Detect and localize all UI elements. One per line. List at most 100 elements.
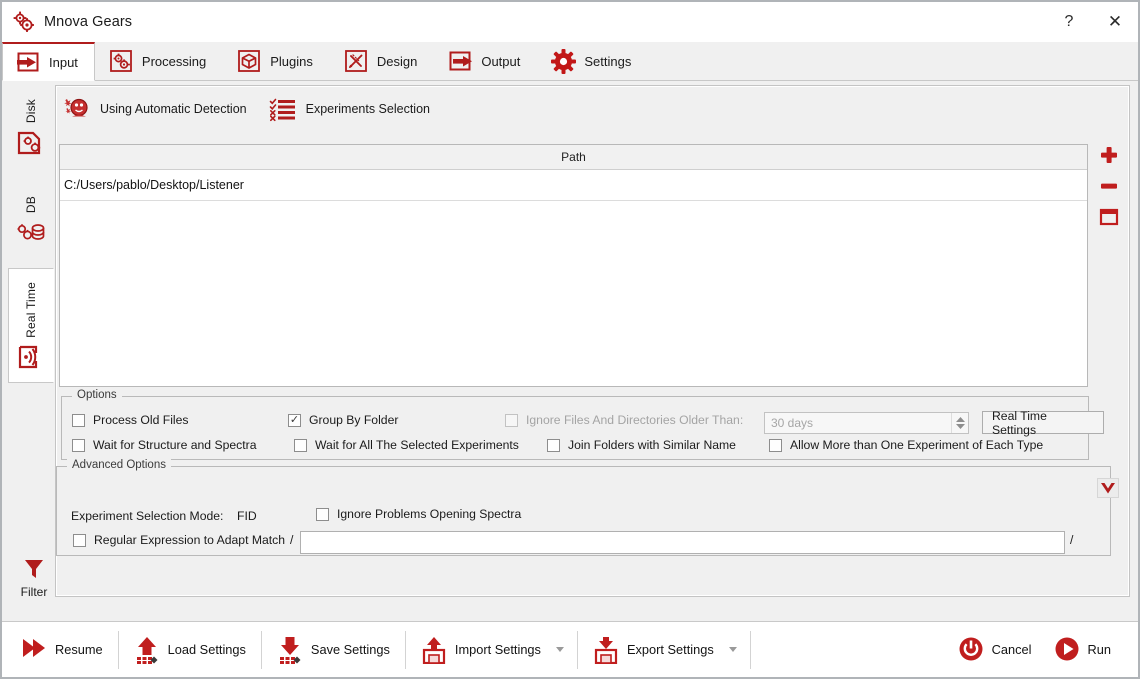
sidebar-item-db[interactable]: DB: [8, 182, 54, 258]
age-threshold-spinner[interactable]: 30 days: [764, 412, 969, 434]
mode-button-label: Experiments Selection: [305, 102, 430, 116]
export-settings-button[interactable]: Export Settings: [582, 628, 725, 672]
filter-label: Filter: [20, 585, 48, 599]
source-tab-rail: Disk DB Real Time: [8, 86, 56, 596]
checkbox-ignore-files-older-than[interactable]: Ignore Files And Directories Older Than:: [505, 413, 743, 427]
path-table-header: Path: [60, 145, 1087, 170]
sidebar-item-disk[interactable]: Disk: [8, 88, 54, 168]
remove-path-button[interactable]: [1096, 175, 1122, 197]
checkbox-label: Ignore Files And Directories Older Than:: [526, 413, 744, 427]
checkbox-wait-structure-spectra[interactable]: Wait for Structure and Spectra: [72, 438, 256, 452]
minus-icon: [1101, 183, 1117, 189]
button-label: Resume: [55, 642, 103, 657]
mode-button-label: Using Automatic Detection: [100, 102, 247, 116]
window-controls: ? ✕: [1046, 2, 1138, 42]
tab-label: Processing: [141, 53, 207, 69]
toolbar-separator: [749, 630, 751, 669]
advanced-options-title: Advanced Options: [67, 459, 171, 471]
tab-output[interactable]: Output: [434, 41, 537, 80]
power-icon: [958, 636, 984, 664]
real-time-settings-label: Real Time Settings: [992, 408, 1047, 437]
arrow-into-box-icon: [15, 49, 41, 75]
using-automatic-detection-button[interactable]: Using Automatic Detection: [63, 96, 247, 122]
checkbox-box[interactable]: [294, 438, 307, 452]
detection-mode-bar: Using Automatic Detection Experiments Se…: [59, 90, 1099, 128]
double-play-icon: [21, 636, 47, 664]
button-label: Import Settings: [454, 642, 541, 657]
cancel-button[interactable]: Cancel: [947, 628, 1043, 672]
resume-button[interactable]: Resume: [10, 628, 114, 672]
input-tab-body: Disk DB Real Time Filter Using Automatic…: [2, 81, 1138, 621]
gears-icon: [13, 11, 35, 33]
arrow-out-box-icon: [447, 48, 473, 74]
help-button[interactable]: ?: [1046, 2, 1092, 42]
tab-processing[interactable]: Processing: [95, 41, 223, 80]
chevron-down-icon: [1101, 482, 1115, 493]
app-window: Mnova Gears ? ✕ Input Processing Plugins…: [0, 0, 1140, 679]
path-cell: C:/Users/pablo/Desktop/Listener: [64, 178, 244, 192]
checkbox-regular-expression[interactable]: Regular Expression to Adapt Match /: [73, 533, 293, 547]
real-time-panel: Using Automatic Detection Experiments Se…: [55, 85, 1130, 597]
checkbox-label: Join Folders with Similar Name: [568, 438, 736, 452]
options-group-title: Options: [72, 389, 122, 401]
run-button[interactable]: Run: [1043, 628, 1122, 672]
tab-label: Output: [481, 53, 521, 69]
experiments-selection-button[interactable]: Experiments Selection: [269, 96, 430, 122]
checkbox-box[interactable]: [72, 438, 85, 452]
real-time-settings-button[interactable]: Real Time Settings: [982, 408, 1104, 437]
options-group: Options Process Old Files ✓ Group By Fol…: [61, 389, 1104, 460]
close-icon[interactable]: ✕: [1092, 2, 1138, 42]
filter-button[interactable]: Filter: [12, 556, 56, 599]
checkbox-allow-more-than-one-experiment[interactable]: Allow More than One Experiment of Each T…: [769, 438, 1043, 452]
checkbox-group-by-folder[interactable]: ✓ Group By Folder: [288, 413, 398, 427]
spinner-arrows[interactable]: [951, 413, 968, 433]
sidebar-item-label: DB: [24, 195, 38, 213]
import-settings-dropdown-icon[interactable]: [555, 647, 564, 652]
checklist-icon: [269, 96, 297, 122]
checkbox-box[interactable]: [547, 438, 560, 452]
checkbox-process-old-files[interactable]: Process Old Files: [72, 413, 189, 427]
checkbox-join-folders-similar-name[interactable]: Join Folders with Similar Name: [547, 438, 736, 452]
window-icon: [1099, 208, 1119, 226]
toolbar-separator: [117, 630, 119, 669]
path-table[interactable]: Path C:/Users/pablo/Desktop/Listener: [59, 144, 1088, 387]
checkbox-ignore-problems-opening-spectra[interactable]: Ignore Problems Opening Spectra: [316, 507, 521, 521]
checkbox-box[interactable]: [73, 533, 86, 547]
sidebar-item-real-time[interactable]: Real Time: [8, 268, 54, 383]
checkbox-label: Group By Folder: [309, 413, 399, 427]
checkbox-wait-all-experiments[interactable]: Wait for All The Selected Experiments: [294, 438, 519, 452]
add-path-button[interactable]: [1096, 144, 1122, 166]
checkbox-box[interactable]: ✓: [288, 413, 301, 427]
table-row[interactable]: C:/Users/pablo/Desktop/Listener: [60, 170, 1087, 201]
advanced-options-collapse-button[interactable]: [1097, 478, 1119, 498]
import-settings-button[interactable]: Import Settings: [410, 628, 552, 672]
export-settings-dropdown-icon[interactable]: [728, 647, 737, 652]
window-title: Mnova Gears: [44, 14, 133, 30]
button-label: Save Settings: [310, 642, 390, 657]
checkbox-box[interactable]: [316, 507, 329, 521]
tab-input[interactable]: Input: [2, 42, 95, 81]
chevron-up-icon: [955, 417, 965, 422]
tab-settings[interactable]: Settings: [537, 41, 648, 80]
checkbox-box[interactable]: [769, 438, 782, 452]
gears-icon: [108, 48, 134, 74]
toolbar-separator: [576, 630, 578, 669]
checkbox-label: Allow More than One Experiment of Each T…: [790, 438, 1044, 452]
load-settings-button[interactable]: Load Settings: [123, 628, 257, 672]
regex-input[interactable]: [300, 531, 1065, 554]
funnel-icon: [21, 556, 47, 582]
chevron-down-icon: [955, 424, 965, 429]
disk-gears-icon: [15, 127, 47, 159]
pencil-ruler-icon: [343, 48, 369, 74]
tab-design[interactable]: Design: [330, 41, 434, 80]
save-settings-button[interactable]: Save Settings: [266, 628, 401, 672]
clear-paths-button[interactable]: [1096, 206, 1122, 228]
title-bar: Mnova Gears ? ✕: [2, 2, 1138, 42]
toolbar-separator: [260, 630, 262, 669]
tab-label: Design: [376, 53, 418, 69]
tab-plugins[interactable]: Plugins: [223, 41, 330, 80]
sidebar-item-label: Disk: [24, 98, 38, 123]
checkbox-box[interactable]: [72, 413, 85, 427]
age-threshold-value: 30 days: [771, 416, 814, 430]
checkbox-box[interactable]: [505, 413, 518, 427]
